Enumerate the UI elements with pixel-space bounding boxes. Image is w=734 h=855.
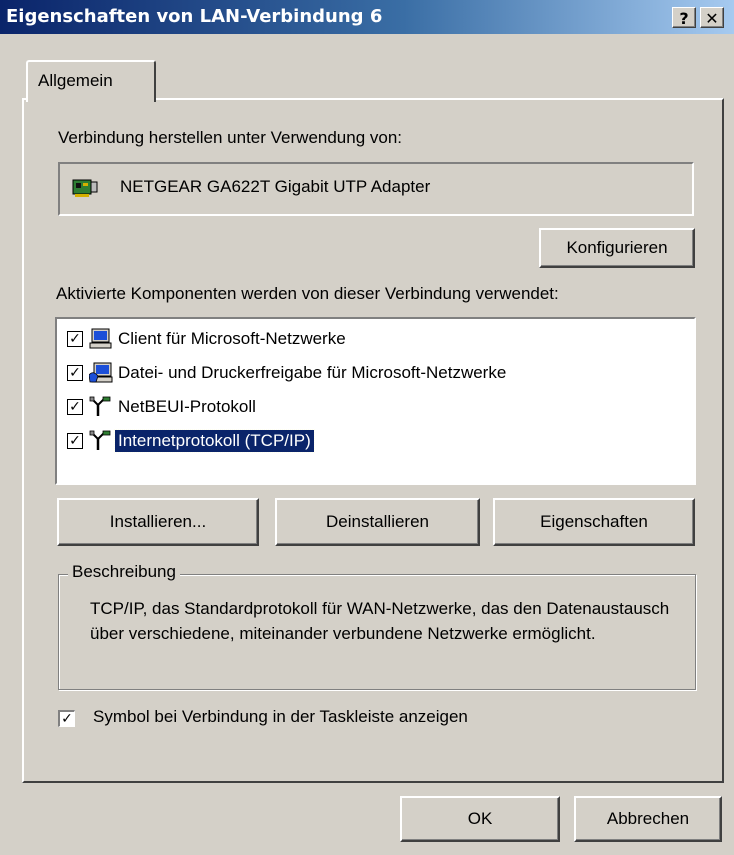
help-button[interactable]: ? xyxy=(672,7,696,28)
tab-label: Allgemein xyxy=(38,71,113,90)
taskbar-icon-label[interactable]: Symbol bei Verbindung in der Taskleiste … xyxy=(93,707,468,727)
list-item-label: Datei- und Druckerfreigabe für Microsoft… xyxy=(118,363,507,382)
computer-icon xyxy=(89,328,112,349)
list-item-label: Internetprotokoll (TCP/IP) xyxy=(114,429,315,453)
tab-allgemein[interactable]: Allgemein xyxy=(26,60,156,102)
component-properties-button[interactable]: Eigenschaften xyxy=(493,498,695,546)
shared-computer-icon xyxy=(89,362,113,383)
description-legend: Beschreibung xyxy=(68,562,180,582)
checkbox[interactable]: ✓ xyxy=(67,331,83,347)
cancel-button[interactable]: Abbrechen xyxy=(574,796,722,842)
protocol-icon xyxy=(89,396,111,416)
description-text: TCP/IP, das Standardprotokoll für WAN-Ne… xyxy=(90,599,670,643)
components-label: Aktivierte Komponenten werden von dieser… xyxy=(56,284,559,303)
ok-button[interactable]: OK xyxy=(400,796,560,842)
help-icon: ? xyxy=(679,9,689,28)
list-item-label: Client für Microsoft-Netzwerke xyxy=(118,329,346,348)
network-card-icon xyxy=(72,179,98,197)
install-button[interactable]: Installieren... xyxy=(57,498,259,546)
protocol-icon xyxy=(89,430,111,450)
components-list[interactable]: ✓ Client für Microsoft-Netzwerke ✓ Datei… xyxy=(55,317,696,485)
adapter-field: NETGEAR GA622T Gigabit UTP Adapter xyxy=(58,162,694,216)
title-bar[interactable]: Eigenschaften von LAN-Verbindung 6 ? ✕ xyxy=(0,0,734,34)
close-icon: ✕ xyxy=(705,9,719,28)
uninstall-button[interactable]: Deinstallieren xyxy=(275,498,480,546)
taskbar-icon-checkbox[interactable]: ✓ xyxy=(58,710,75,727)
checkbox[interactable]: ✓ xyxy=(67,365,83,381)
window-title: Eigenschaften von LAN-Verbindung 6 xyxy=(6,6,383,27)
connection-label: Verbindung herstellen unter Verwendung v… xyxy=(58,128,403,147)
configure-button[interactable]: Konfigurieren xyxy=(539,228,695,268)
list-item-label: NetBEUI-Protokoll xyxy=(118,397,256,416)
checkbox[interactable]: ✓ xyxy=(67,433,83,449)
close-button[interactable]: ✕ xyxy=(700,7,724,28)
checkbox[interactable]: ✓ xyxy=(67,399,83,415)
adapter-name: NETGEAR GA622T Gigabit UTP Adapter xyxy=(120,177,431,196)
